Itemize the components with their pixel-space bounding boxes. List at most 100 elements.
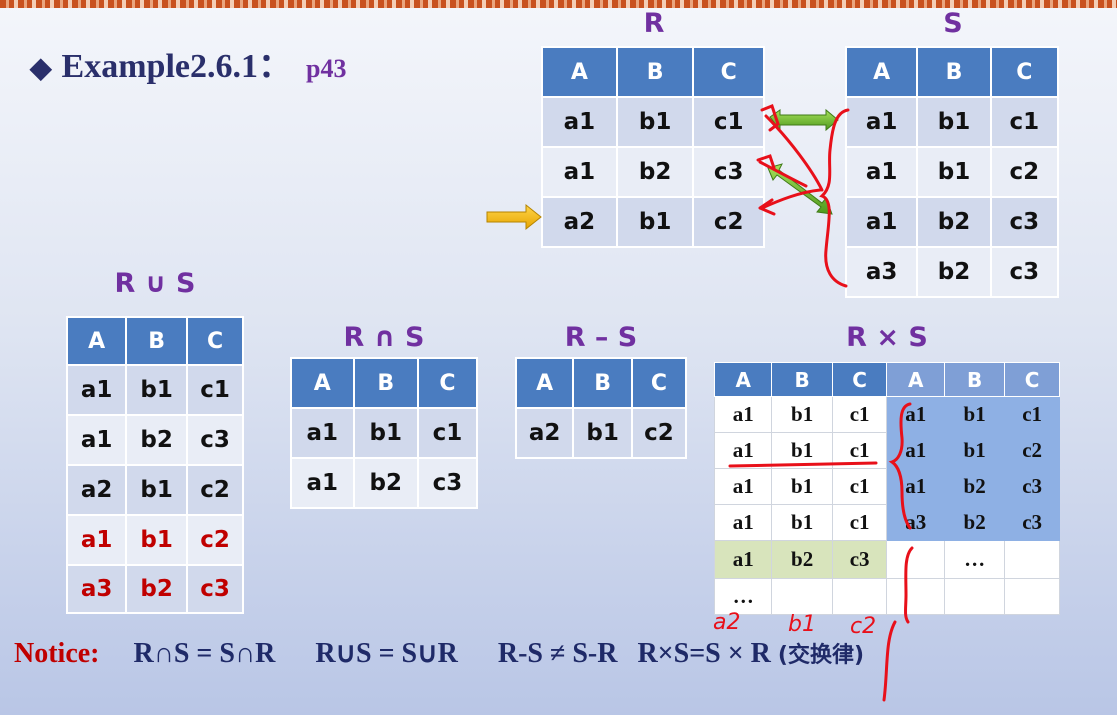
commutative-law-note: (交换律)	[777, 643, 865, 668]
header-a: A	[541, 46, 618, 98]
cell: b1	[615, 96, 695, 148]
cell: b1	[125, 514, 189, 566]
header-b: B	[572, 357, 633, 409]
cell: a1	[713, 504, 773, 541]
cell: b1	[943, 432, 1006, 469]
cell: c3	[692, 146, 765, 198]
cell: c1	[692, 96, 765, 148]
cell: c1	[831, 432, 888, 469]
header-a: A	[65, 316, 128, 366]
cell: b1	[125, 364, 189, 416]
cell: a1	[541, 96, 618, 148]
cell: c1	[831, 504, 888, 541]
cell: c3	[186, 564, 244, 614]
cell	[886, 578, 945, 615]
header-a: A	[844, 46, 919, 98]
table-s-label: S	[943, 8, 963, 39]
header-c: C	[989, 46, 1060, 98]
header-b: B	[352, 357, 419, 409]
cell: c3	[989, 196, 1060, 248]
cell: b2	[943, 468, 1006, 505]
cell	[1004, 578, 1060, 615]
header-c: C	[1004, 362, 1060, 397]
cell: c3	[989, 246, 1060, 298]
header-c: C	[831, 362, 888, 397]
cell: b2	[125, 414, 189, 466]
cell: c1	[989, 96, 1060, 148]
cell: b2	[615, 146, 695, 198]
header-b: B	[916, 46, 992, 98]
cell: b1	[572, 407, 633, 459]
cell	[771, 578, 833, 615]
cell: c1	[1004, 396, 1060, 433]
cell: a3	[844, 246, 919, 298]
cell: b1	[352, 407, 419, 459]
cell	[886, 540, 945, 579]
cell: b1	[771, 396, 833, 433]
decorative-border	[0, 0, 1117, 8]
cell: c3	[1004, 504, 1060, 541]
cell: a2	[65, 464, 128, 516]
cell: a1	[290, 457, 355, 509]
header-a: A	[713, 362, 773, 397]
cell: a1	[844, 96, 919, 148]
cell: c3	[1004, 468, 1060, 505]
cell: c1	[416, 407, 479, 459]
cell: b1	[615, 196, 695, 248]
difference-not-commutative: R-S ≠ S-R	[497, 638, 618, 669]
cell	[1004, 540, 1060, 579]
cell: b1	[771, 432, 833, 469]
cell: c2	[631, 407, 687, 459]
header-a: A	[886, 362, 945, 397]
header-c: C	[186, 316, 244, 366]
cell: a1	[886, 468, 945, 505]
table-diff: ABC a2 b1 c2	[514, 357, 687, 459]
cell: b2	[943, 504, 1006, 541]
union-commutative: R∪S = S∪R	[315, 638, 458, 669]
notice-label: Notice:	[14, 638, 100, 669]
page-reference: p43	[306, 54, 347, 83]
cell: a2	[541, 196, 618, 248]
cell: a1	[713, 540, 773, 579]
cell: a1	[65, 514, 128, 566]
intersect-label: R ∩ S	[343, 322, 425, 353]
cell: c2	[1004, 432, 1060, 469]
cell	[943, 578, 1006, 615]
table-product: ABC ABC a1 b1 c1 a1 b1 c1 a1 b1 c1 a1 b1 c2 a1 b1 c1…	[713, 362, 1060, 615]
cell: c3	[831, 540, 888, 579]
cell: a1	[65, 364, 128, 416]
cell: c2	[692, 196, 765, 248]
green-arrow-icon	[769, 108, 839, 132]
cell: a1	[713, 432, 773, 469]
cell: a1	[713, 396, 773, 433]
slide-title: ◆ Example2.6.1： p43	[30, 38, 346, 87]
cell	[831, 578, 888, 615]
title-text: Example2.6.1：	[61, 48, 292, 85]
cell: c1	[186, 364, 244, 416]
cell: a3	[886, 504, 945, 541]
product-commutative: R×S=S × R	[637, 638, 771, 669]
cell: c2	[186, 464, 244, 516]
cell: c1	[831, 468, 888, 505]
cell: b1	[771, 504, 833, 541]
handwritten-c2: c2	[850, 614, 877, 639]
handwritten-a2: a2	[713, 610, 741, 635]
cell: b2	[771, 540, 833, 579]
header-a: A	[290, 357, 355, 409]
header-b: B	[943, 362, 1006, 397]
cell: a1	[65, 414, 128, 466]
table-r: ABC a1 b1 c1 a1 b2 c3 a2 b1 c2	[541, 46, 765, 248]
cell: b1	[916, 96, 992, 148]
table-intersect: ABC a1 b1 c1 a1 b2 c3	[290, 357, 479, 509]
yellow-arrow-icon	[486, 203, 542, 231]
header-c: C	[631, 357, 687, 409]
cell: a1	[844, 146, 919, 198]
header-a: A	[514, 357, 575, 409]
header-c: C	[416, 357, 479, 409]
cell: a1	[541, 146, 618, 198]
cell: a3	[65, 564, 128, 614]
cell: c2	[989, 146, 1060, 198]
header-b: B	[125, 316, 189, 366]
cell: a1	[713, 468, 773, 505]
diff-label: R – S	[564, 322, 638, 353]
